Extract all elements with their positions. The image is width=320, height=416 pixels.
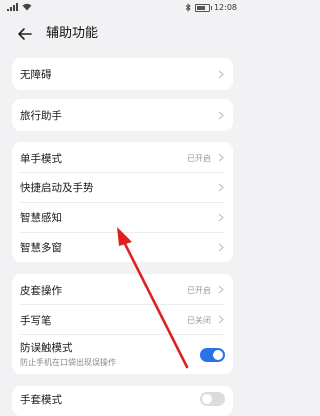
list-item-accessibility[interactable]: 无障碍 xyxy=(12,58,233,90)
row-value: 已关闭 xyxy=(187,316,211,325)
battery-icon xyxy=(194,3,212,12)
row-label: 旅行助手 xyxy=(20,110,62,122)
card-glove: 手套模式 xyxy=(12,386,233,416)
accidental-touch-toggle[interactable] xyxy=(200,348,225,362)
card-accessibility: 无障碍 xyxy=(12,58,233,90)
page-title: 辅助功能 xyxy=(46,26,99,41)
row-value: 已开启 xyxy=(187,286,211,295)
list-item-one-hand-mode[interactable]: 单手模式 已开启 xyxy=(12,142,233,172)
wifi-icon xyxy=(22,3,32,11)
row-sublabel: 防止手机在口袋出现误操作 xyxy=(20,358,116,367)
status-time: 12:08 xyxy=(213,3,237,12)
toggle-knob xyxy=(202,394,212,404)
chevron-right-icon xyxy=(218,70,224,79)
list-item-stylus[interactable]: 手写笔 已关闭 xyxy=(12,304,233,334)
list-item-accidental-touch-mode: 防误触模式 防止手机在口袋出现误操作 xyxy=(12,334,233,374)
card-cover-pen: 皮套操作 已开启 手写笔 已关闭 防误触模式 防止手机在口袋出现误操作 xyxy=(12,274,233,374)
status-bar: 12:08 xyxy=(0,0,245,16)
list-item-quick-launch-gestures[interactable]: 快捷启动及手势 xyxy=(12,172,233,202)
status-left xyxy=(7,3,32,11)
chevron-right-icon xyxy=(218,183,224,192)
chevron-right-icon xyxy=(218,243,224,252)
row-label: 智慧多窗 xyxy=(20,242,62,254)
list-item-travel-assistant[interactable]: 旅行助手 xyxy=(12,99,233,131)
chevron-right-icon xyxy=(218,315,224,324)
list-item-smart-multi-window[interactable]: 智慧多窗 xyxy=(12,232,233,262)
list-item-cover-operation[interactable]: 皮套操作 已开启 xyxy=(12,274,233,304)
bluetooth-icon xyxy=(185,3,191,12)
row-label: 手写笔 xyxy=(20,315,52,327)
row-label: 无障碍 xyxy=(20,69,52,81)
toggle-knob xyxy=(213,350,223,360)
list-item-smart-perception[interactable]: 智慧感知 xyxy=(12,202,233,232)
card-travel: 旅行助手 xyxy=(12,99,233,131)
chevron-right-icon xyxy=(218,285,224,294)
chevron-right-icon xyxy=(218,213,224,222)
chevron-right-icon xyxy=(218,153,224,162)
row-label: 智慧感知 xyxy=(20,212,62,224)
glove-mode-toggle[interactable] xyxy=(200,392,225,406)
cellular-signal-icon xyxy=(7,3,18,11)
row-label: 单手模式 xyxy=(20,153,62,165)
row-value: 已开启 xyxy=(187,154,211,163)
card-gestures: 单手模式 已开启 快捷启动及手势 智慧感知 智慧多窗 xyxy=(12,142,233,262)
back-arrow-icon[interactable] xyxy=(16,25,34,43)
battery-level xyxy=(196,5,205,10)
row-label: 防误触模式 xyxy=(20,342,73,354)
row-label: 快捷启动及手势 xyxy=(20,182,94,194)
chevron-right-icon xyxy=(218,111,224,120)
status-right: 12:08 xyxy=(185,3,237,12)
list-item-glove-mode: 手套模式 xyxy=(12,386,233,416)
header: 辅助功能 xyxy=(0,17,245,51)
row-label: 皮套操作 xyxy=(20,285,62,297)
